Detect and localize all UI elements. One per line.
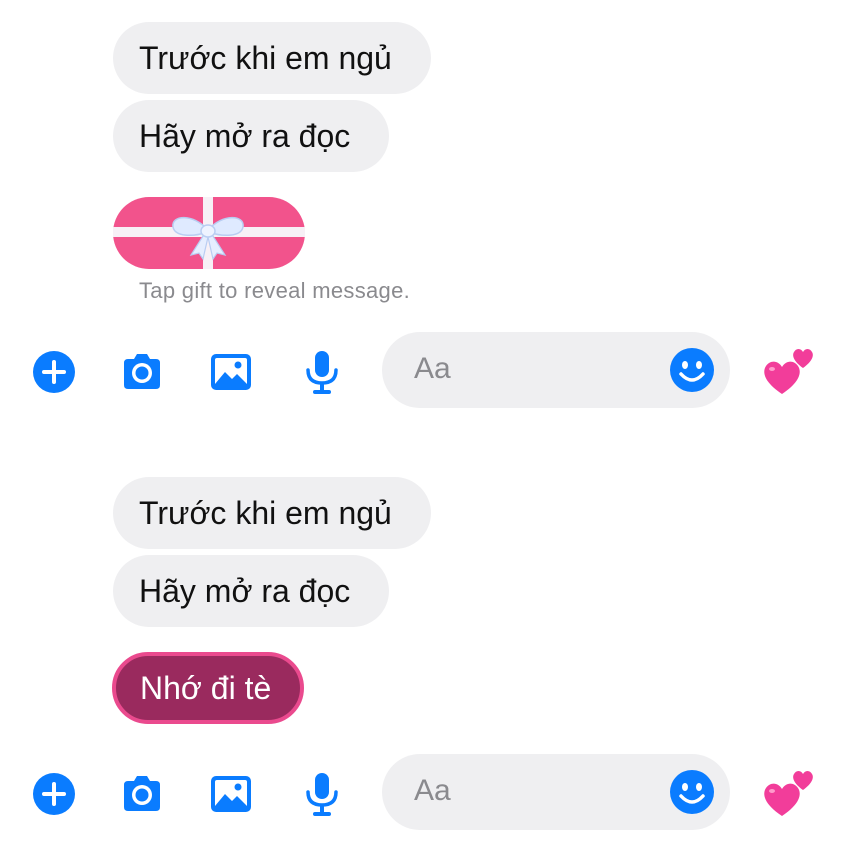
plus-icon[interactable] xyxy=(30,770,78,818)
image-icon[interactable] xyxy=(207,770,255,818)
hearts-icon[interactable] xyxy=(760,760,816,820)
plus-icon[interactable] xyxy=(30,348,78,396)
message-text: Trước khi em ngủ xyxy=(139,495,392,531)
emoji-icon[interactable] xyxy=(668,768,716,816)
message-input[interactable]: Aa xyxy=(382,332,730,408)
message-input[interactable]: Aa xyxy=(382,754,730,830)
message-bubble: Trước khi em ngủ xyxy=(113,477,431,549)
hearts-icon[interactable] xyxy=(760,338,816,398)
chat-panel-before-reveal: Trước khi em ngủ Hãy mở ra đọc Tap gift … xyxy=(0,0,843,421)
emoji-icon[interactable] xyxy=(668,346,716,394)
message-bubble: Hãy mở ra đọc xyxy=(113,100,389,172)
gift-ribbon-icon xyxy=(113,197,305,269)
gift-message-button[interactable] xyxy=(113,197,305,269)
message-composer: Aa xyxy=(0,332,843,412)
message-composer: Aa xyxy=(0,754,843,834)
message-input-placeholder: Aa xyxy=(414,352,451,385)
message-input-placeholder: Aa xyxy=(414,774,451,807)
message-text: Hãy mở ra đọc xyxy=(139,118,351,154)
image-icon[interactable] xyxy=(207,348,255,396)
message-text: Trước khi em ngủ xyxy=(139,40,392,76)
message-bubble: Hãy mở ra đọc xyxy=(113,555,389,627)
message-bubble: Trước khi em ngủ xyxy=(113,22,431,94)
revealed-message-text: Nhớ đi tè xyxy=(140,670,272,706)
message-text: Hãy mở ra đọc xyxy=(139,573,351,609)
microphone-icon[interactable] xyxy=(298,348,346,396)
chat-panel-after-reveal: Trước khi em ngủ Hãy mở ra đọc Nhớ đi tè… xyxy=(0,421,843,842)
camera-icon[interactable] xyxy=(118,348,166,396)
gift-caption: Tap gift to reveal message. xyxy=(139,278,411,303)
camera-icon[interactable] xyxy=(118,770,166,818)
revealed-message-bubble: Nhớ đi tè xyxy=(112,652,304,724)
microphone-icon[interactable] xyxy=(298,770,346,818)
